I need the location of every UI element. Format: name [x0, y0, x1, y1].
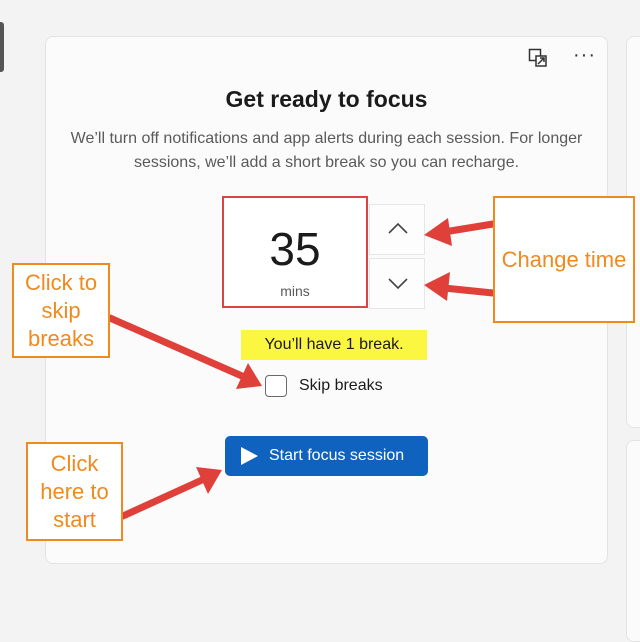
- start-button-label: Start focus session: [269, 447, 405, 464]
- page-title: Get ready to focus: [225, 86, 428, 112]
- adjacent-card-lower: [626, 440, 640, 642]
- focus-description: We’ll turn off notifications and app ale…: [70, 130, 583, 171]
- skip-breaks-label[interactable]: Skip breaks: [299, 377, 383, 395]
- chevron-down-icon: [388, 278, 408, 290]
- chevron-up-icon: [388, 222, 408, 234]
- skip-breaks-option[interactable]: Skip breaks: [265, 374, 383, 398]
- start-callout: Click here to start: [26, 442, 123, 541]
- break-count-note: You’ll have 1 break.: [241, 330, 427, 360]
- time-unit: mins: [280, 283, 310, 299]
- skip-breaks-checkbox[interactable]: [265, 375, 287, 397]
- compact-overlay-icon[interactable]: [528, 48, 548, 73]
- change-time-callout: Change time: [493, 196, 635, 323]
- more-options-icon[interactable]: ···: [573, 44, 596, 67]
- play-icon: [241, 447, 258, 465]
- increase-time-button[interactable]: [369, 204, 425, 255]
- decrease-time-button[interactable]: [369, 258, 425, 309]
- time-value: 35: [269, 223, 321, 275]
- window-edge: [0, 22, 4, 72]
- skip-breaks-callout: Click to skip breaks: [12, 263, 110, 358]
- time-input[interactable]: 35 mins: [222, 196, 368, 308]
- start-focus-session-button[interactable]: Start focus session: [225, 436, 428, 476]
